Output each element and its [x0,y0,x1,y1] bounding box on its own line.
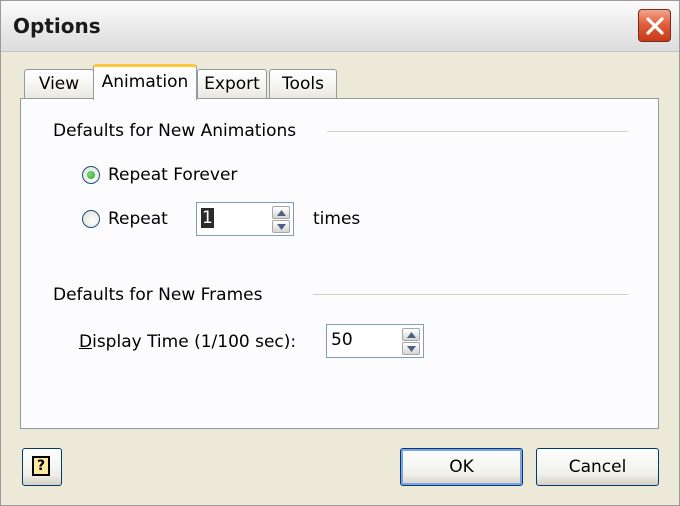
display-time-mnemonic: D [79,332,93,352]
tab-tools-label: Tools [282,74,324,94]
repeat-count-up-button[interactable] [272,206,290,219]
arrow-down-icon [277,224,286,230]
display-time-up-button[interactable] [402,328,420,341]
radio-selected-dot [87,171,95,179]
animations-group-title: Defaults for New Animations [53,121,297,141]
arrow-up-icon [277,210,286,216]
close-button[interactable] [638,9,671,42]
tab-tools[interactable]: Tools [269,69,337,99]
window-title: Options [13,14,101,38]
group-divider [327,131,628,133]
options-dialog: Options View Animation Export Tools Defa… [0,0,680,506]
cancel-label: Cancel [568,457,627,477]
title-bar[interactable]: Options [1,1,679,52]
repeat-radio[interactable] [82,210,100,228]
tab-animation-label: Animation [101,72,189,92]
group-divider [313,294,628,296]
tab-animation[interactable]: Animation [93,64,197,100]
display-time-label-text: isplay Time (1/100 sec): [92,332,297,352]
ok-label: OK [449,457,474,477]
animation-tab-panel: Defaults for New Animations Repeat Forev… [20,98,659,429]
times-label: times [313,209,361,229]
help-icon: ? [32,456,50,476]
tab-view-label: View [38,74,80,94]
cancel-button[interactable]: Cancel [536,448,659,486]
repeat-label[interactable]: Repeat [108,209,168,229]
frames-group-title: Defaults for New Frames [53,285,263,305]
repeat-count-text: 1 [201,208,214,228]
tab-export-label: Export [204,74,260,94]
help-button[interactable]: ? [22,448,62,486]
repeat-count-spinner[interactable]: 1 [196,202,294,236]
repeat-forever-label[interactable]: Repeat Forever [108,165,237,185]
arrow-down-icon [407,346,416,352]
arrow-up-icon [407,332,416,338]
display-time-value[interactable]: 50 [331,330,353,350]
tab-view[interactable]: View [24,69,94,99]
repeat-count-value[interactable]: 1 [201,208,214,228]
close-icon [646,17,664,35]
repeat-count-down-button[interactable] [272,220,290,233]
display-time-spinner[interactable]: 50 [326,324,424,358]
ok-button[interactable]: OK [400,448,523,486]
repeat-forever-radio[interactable] [82,166,100,184]
display-time-down-button[interactable] [402,342,420,355]
tab-export[interactable]: Export [197,69,267,99]
display-time-label: Display Time (1/100 sec): [79,332,296,352]
